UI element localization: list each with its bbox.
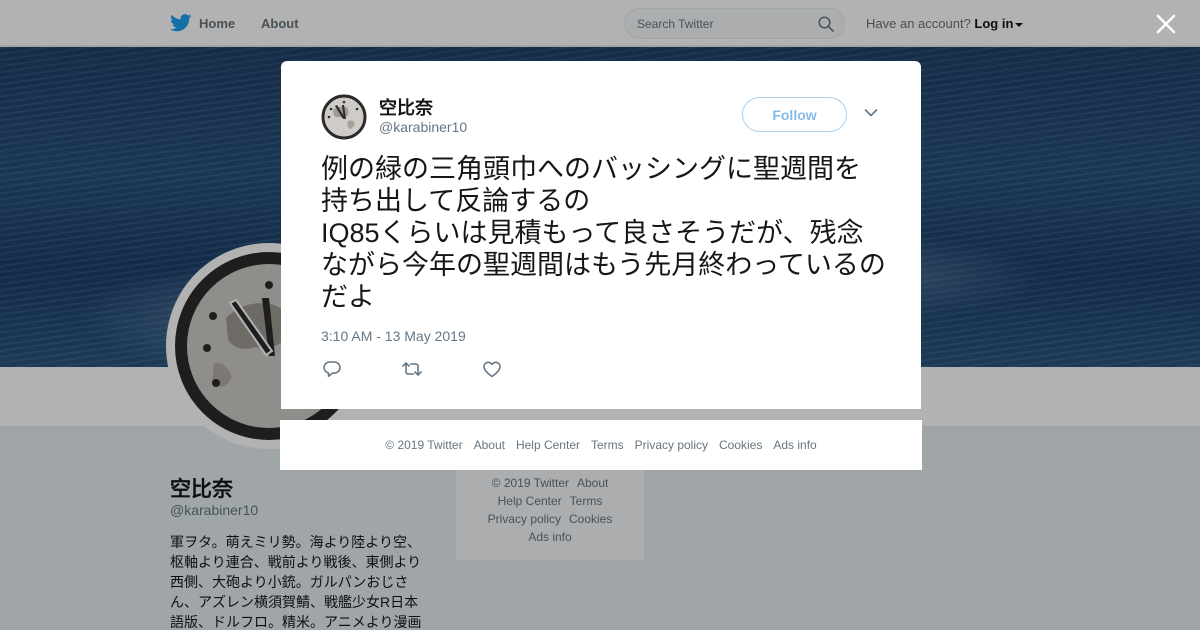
modal-footer-privacy[interactable]: Privacy policy	[635, 438, 708, 452]
tweet-text: 例の緑の三角頭巾へのバッシングに聖週間を持ち出して反論するの IQ85くらいは見…	[321, 154, 886, 312]
chevron-down-icon[interactable]	[864, 108, 878, 118]
modal-footer-terms[interactable]: Terms	[591, 438, 624, 452]
author-avatar[interactable]	[321, 94, 367, 140]
follow-button[interactable]: Follow	[742, 97, 847, 132]
modal-footer-cookies[interactable]: Cookies	[719, 438, 762, 452]
modal-footer-about[interactable]: About	[474, 438, 505, 452]
modal-footer-help-center[interactable]: Help Center	[516, 438, 580, 452]
like-icon[interactable]	[482, 360, 502, 378]
close-icon[interactable]	[1154, 12, 1178, 36]
tweet-timestamp[interactable]: 3:10 AM - 13 May 2019	[321, 328, 466, 344]
reply-icon[interactable]	[322, 360, 342, 378]
author-name[interactable]: 空比奈	[379, 94, 433, 120]
tweet-permalink-modal: 空比奈 @karabiner10 Follow 例の緑の三角頭巾へのバッシングに…	[281, 61, 921, 409]
modal-footer: © 2019 Twitter About Help Center Terms P…	[280, 420, 922, 470]
modal-footer-ads-info[interactable]: Ads info	[773, 438, 816, 452]
clock-avatar-icon	[321, 94, 367, 140]
retweet-icon[interactable]	[402, 360, 422, 378]
modal-footer-copyright: © 2019 Twitter	[385, 438, 463, 452]
author-handle[interactable]: @karabiner10	[379, 119, 467, 135]
